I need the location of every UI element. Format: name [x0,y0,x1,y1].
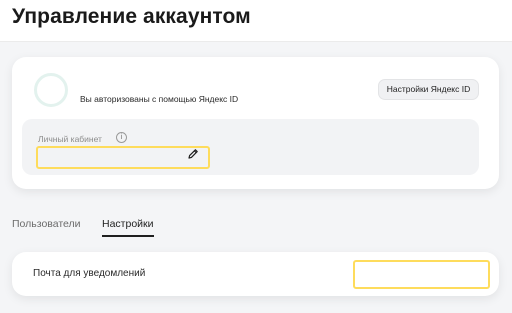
personal-cabinet-label: Личный кабинет [38,134,102,144]
auth-status-text: Вы авторизованы с помощью Яндекс ID [80,94,239,104]
tab-users[interactable]: Пользователи [12,218,81,230]
page-header: Управление аккаунтом [0,0,512,42]
notification-email-field[interactable] [353,260,490,289]
info-icon[interactable]: i [116,132,127,143]
yandex-id-settings-button[interactable]: Настройки Яндекс ID [378,79,479,100]
avatar [34,73,68,107]
page-title: Управление аккаунтом [12,5,251,28]
notification-email-label: Почта для уведомлений [33,268,146,279]
account-card: Вы авторизованы с помощью Яндекс ID Наст… [12,57,499,189]
tab-settings[interactable]: Настройки [102,218,154,237]
pencil-icon[interactable] [186,147,200,161]
notification-email-card: Почта для уведомлений [12,252,499,296]
personal-cabinet-field[interactable] [36,146,210,169]
